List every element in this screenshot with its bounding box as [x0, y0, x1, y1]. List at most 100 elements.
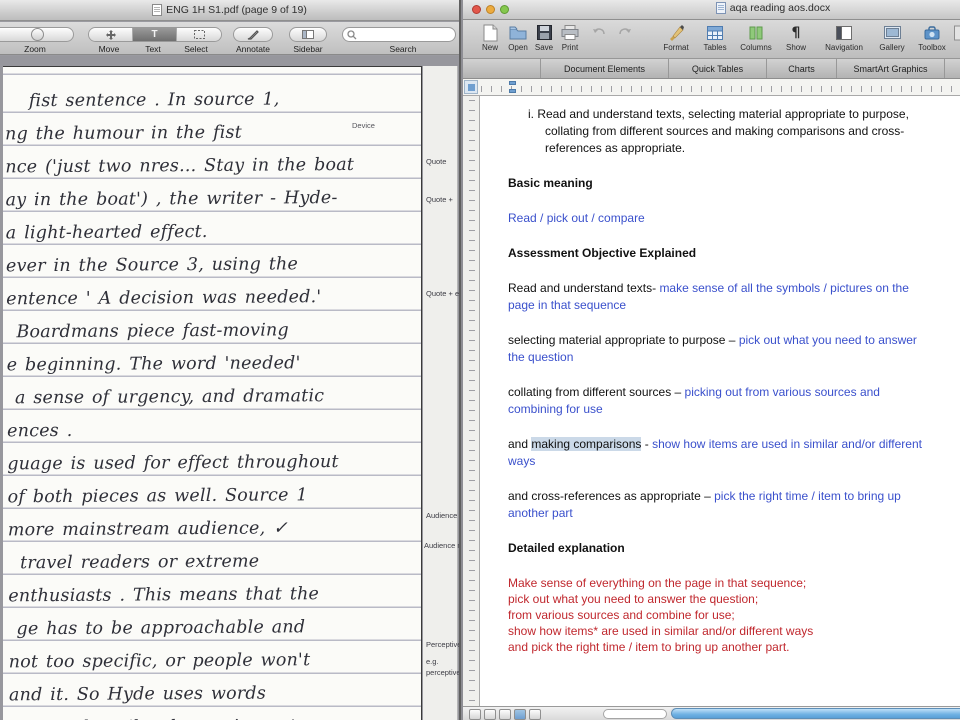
- pdf-content-area: fist sentence . In source 1, ng the humo…: [0, 56, 459, 720]
- word-document-area[interactable]: i. Read and understand texts, selecting …: [480, 96, 960, 706]
- handwriting-line: ge has to be approachable and: [16, 617, 306, 640]
- objective-marker: i.: [528, 107, 534, 121]
- margin-note: Quote +: [426, 195, 453, 204]
- margin-note: Quote: [426, 157, 447, 166]
- print-button[interactable]: Print: [553, 23, 587, 52]
- gallery-icon: [875, 23, 909, 42]
- handwriting-line: fist sentence . In source 1,: [28, 89, 280, 112]
- handwriting-line: ay in the boat') , the writer - Hyde-: [5, 188, 338, 211]
- pdf-viewer-window: ENG 1H S1.pdf (page 9 of 19) Zoom T Move…: [0, 0, 461, 720]
- search-label: Search: [389, 44, 417, 54]
- gallery-tab-quick-tables[interactable]: Quick Tables: [669, 59, 767, 78]
- table-grid-icon: [698, 23, 732, 42]
- move-hand-icon: [105, 29, 116, 40]
- margin-note: Quote + e: [426, 289, 460, 298]
- clipped-toolbar-icon: [951, 23, 960, 42]
- search-input[interactable]: [342, 27, 456, 42]
- handwriting-line: ences .: [7, 420, 73, 442]
- pdf-titlebar[interactable]: ENG 1H S1.pdf (page 9 of 19): [0, 0, 459, 21]
- draft-view-button[interactable]: [469, 709, 481, 720]
- gallery-tab-smartart-graphics[interactable]: SmartArt Graphics: [837, 59, 945, 78]
- text-button[interactable]: T: [133, 28, 177, 41]
- undo-icon: [589, 23, 609, 42]
- zoom-label: Zoom: [24, 44, 46, 54]
- margin-note: e.g.: [426, 657, 439, 666]
- publishing-view-button[interactable]: [499, 709, 511, 720]
- pdf-toolbar: Zoom T Move Text Select Annotate Sidebar…: [0, 22, 459, 55]
- explained-pair: Read and understand texts- make sense of…: [508, 281, 909, 312]
- annotation-gutter: Quote Quote + Quote + e Audience Audienc…: [423, 66, 460, 720]
- handwriting-line: more mainstream audience, ✓: [7, 518, 289, 541]
- detailed-explanation-heading: Detailed explanation: [508, 541, 625, 555]
- detailed-line: show how items* are used in similar and/…: [508, 624, 814, 638]
- sidebar-label: Sidebar: [293, 44, 323, 54]
- word-titlebar[interactable]: aqa reading aos.docx: [463, 0, 960, 20]
- explained-pair: and making comparisons - show how items …: [508, 437, 922, 468]
- tables-button[interactable]: Tables: [698, 23, 732, 52]
- screen: ENG 1H S1.pdf (page 9 of 19) Zoom T Move…: [0, 0, 960, 720]
- sidebar-button[interactable]: [289, 27, 327, 42]
- handwriting-line: a sense of urgency, and dramatic: [14, 386, 325, 409]
- gallery-button[interactable]: Gallery: [875, 23, 909, 52]
- outline-view-button[interactable]: [484, 709, 496, 720]
- handwriting-block: fist sentence . In source 1, ng the humo…: [5, 79, 398, 720]
- left-indent-marker[interactable]: [509, 89, 516, 93]
- detailed-line: and pick the right time / item to bring …: [508, 640, 790, 654]
- handwriting-line: enthusiasts . This means that the: [8, 584, 320, 607]
- columns-icon: [739, 23, 773, 42]
- handwriting-line: ng the humour in the fist: [5, 122, 243, 145]
- redo-button: [615, 23, 635, 42]
- text-tool-icon: T: [151, 29, 158, 40]
- navigation-pane-icon: [821, 23, 867, 42]
- print-layout-view-button[interactable]: [514, 709, 526, 720]
- handwriting-line: and it. So Hyde uses words: [8, 683, 267, 706]
- pilcrow-icon: ¶: [791, 24, 801, 41]
- tab-selector[interactable]: [464, 80, 478, 94]
- selected-text: making comparisons: [531, 437, 642, 451]
- word-document: i. Read and understand texts, selecting …: [480, 96, 960, 655]
- select-marquee-icon: [193, 30, 205, 39]
- ruler-ticks: [481, 86, 960, 92]
- explained-pair: collating from different sources – picki…: [508, 385, 880, 416]
- paintbrush-icon: [659, 23, 693, 42]
- gallery-tab-charts[interactable]: Charts: [767, 59, 837, 78]
- redo-icon: [615, 23, 635, 42]
- handwriting-line: entence ' A decision was needed.': [6, 287, 322, 310]
- horizontal-ruler[interactable]: [463, 79, 960, 96]
- detailed-line: Make sense of everything on the page in …: [508, 576, 807, 590]
- scanned-exam-page: fist sentence . In source 1, ng the humo…: [3, 66, 422, 720]
- show-button[interactable]: ¶ Show: [779, 23, 813, 53]
- handwriting-line: e beginning. The word 'needed': [6, 353, 301, 376]
- sidebar-icon: [302, 30, 314, 39]
- pdf-window-title: ENG 1H S1.pdf (page 9 of 19): [166, 4, 307, 16]
- toolbox-button[interactable]: Toolbox: [915, 23, 949, 52]
- annotate-button[interactable]: [233, 27, 273, 42]
- format-button[interactable]: Format: [659, 23, 693, 52]
- move-button[interactable]: [89, 28, 133, 41]
- margin-note-device: Device: [352, 121, 375, 130]
- first-line-indent-marker[interactable]: [509, 81, 516, 85]
- assessment-objective-paragraph: i. Read and understand texts, selecting …: [528, 107, 909, 155]
- select-label: Select: [184, 44, 208, 54]
- handwriting-line: of both pieces as well. Source 1: [7, 485, 308, 508]
- explained-pair: and cross-references as appropriate – pi…: [508, 489, 901, 520]
- handwriting-line: travel readers or extreme: [19, 551, 260, 574]
- notebook-view-button[interactable]: [529, 709, 541, 720]
- margin-note: Audience notes: [424, 541, 459, 550]
- horizontal-scrollbar-thumb[interactable]: [671, 708, 960, 719]
- undo-button: [589, 23, 609, 42]
- word-toolbar: New Open Save Print Format Tables Column…: [463, 20, 960, 59]
- zoom-slider[interactable]: [0, 27, 74, 42]
- vertical-ruler[interactable]: [463, 96, 480, 706]
- detailed-explanation-block: Make sense of everything on the page in …: [508, 575, 960, 655]
- navigation-button[interactable]: Navigation: [821, 23, 867, 52]
- select-button[interactable]: [177, 28, 221, 41]
- zoom-slider-knob[interactable]: [31, 28, 44, 41]
- handwriting-line: guage is used for effect throughout: [7, 452, 339, 475]
- word-window: aqa reading aos.docx New Open Save Print…: [463, 0, 960, 720]
- horizontal-scrollbar-track[interactable]: [669, 708, 960, 719]
- margin-note: Audience: [426, 511, 458, 520]
- columns-button[interactable]: Columns: [739, 23, 773, 52]
- gallery-tab-document-elements[interactable]: Document Elements: [541, 59, 669, 78]
- status-field: [603, 709, 667, 719]
